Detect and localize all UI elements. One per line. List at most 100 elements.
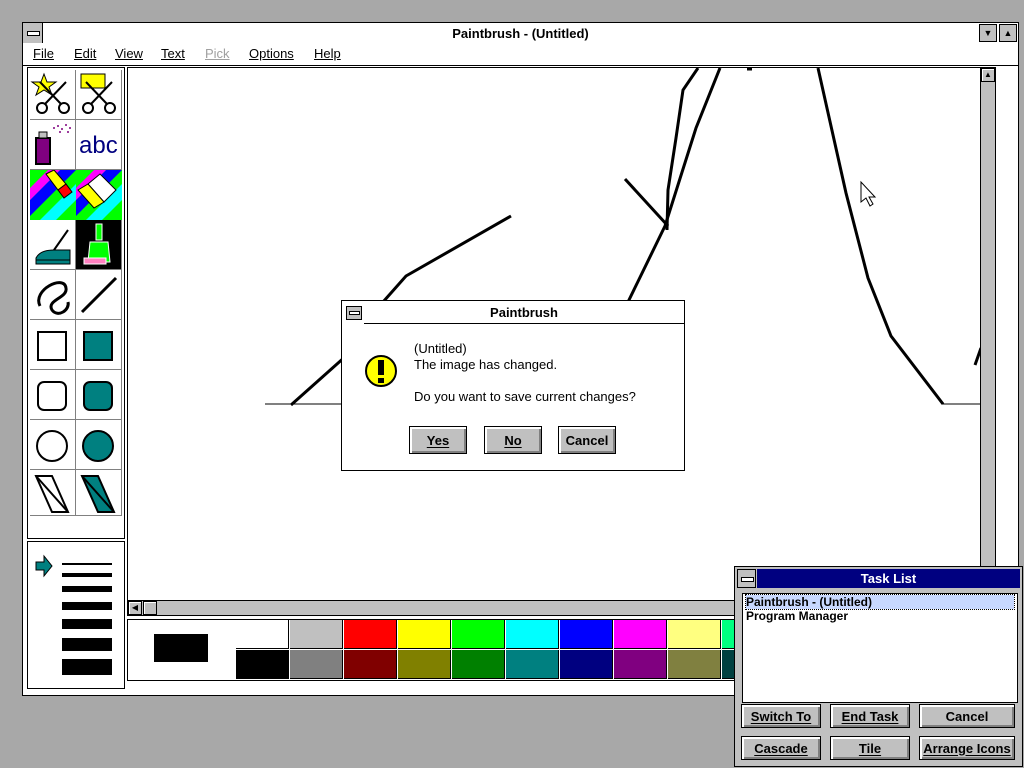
exclamation-icon (365, 355, 397, 387)
scroll-up-button[interactable]: ▲ (981, 68, 995, 82)
tasklist-title: Task List (757, 569, 1020, 588)
line-width-3 (62, 586, 112, 592)
scissors-rect-tool[interactable] (76, 70, 122, 120)
color-eraser-icon (30, 170, 76, 220)
menu-file[interactable]: File (33, 46, 54, 61)
menu-bar: File Edit View Text Pick Options Help (23, 45, 1018, 66)
task-item-program-manager[interactable]: Program Manager (746, 609, 848, 623)
color-swatch[interactable] (452, 650, 505, 679)
scroll-thumb[interactable] (143, 601, 157, 615)
polygon-tool[interactable] (30, 470, 76, 516)
vertical-scrollbar[interactable]: ▲ (980, 67, 996, 601)
filled-box-tool[interactable] (76, 320, 122, 370)
color-swatch[interactable] (614, 650, 667, 679)
menu-edit[interactable]: Edit (74, 46, 96, 61)
color-swatch[interactable] (560, 650, 613, 679)
circle-tool[interactable] (30, 420, 76, 470)
box-tool[interactable] (30, 320, 76, 370)
color-swatch[interactable] (668, 650, 721, 679)
line-width-7 (62, 659, 112, 675)
filled-circle-icon (82, 430, 114, 462)
scissors-rect-icon (80, 73, 116, 114)
brush-icon (83, 223, 111, 265)
filled-rounded-box-tool[interactable] (76, 370, 122, 420)
dialog-filename: (Untitled) (414, 341, 467, 356)
color-swatch[interactable] (614, 620, 667, 649)
color-swatch[interactable] (506, 650, 559, 679)
menu-view[interactable]: View (115, 46, 143, 61)
mouse-cursor-icon (860, 180, 877, 207)
current-color-indicator (154, 634, 208, 662)
dialog-message: The image has changed. (414, 357, 558, 372)
filled-polygon-tool[interactable] (76, 470, 122, 516)
scroll-left-button[interactable]: ◀ (128, 601, 142, 615)
color-swatch[interactable] (668, 620, 721, 649)
paint-roller-icon (35, 229, 71, 265)
line-width-4 (62, 602, 112, 610)
line-width-selector[interactable] (28, 542, 124, 688)
text-tool[interactable]: abc (76, 120, 122, 170)
line-tool[interactable] (76, 270, 122, 320)
circle-icon (36, 430, 68, 462)
color-swatch[interactable] (398, 650, 451, 679)
no-button[interactable]: No (484, 426, 542, 454)
dialog-question: Do you want to save current changes? (414, 389, 636, 404)
menu-options[interactable]: Options (249, 46, 294, 61)
curve-icon (37, 281, 70, 315)
window-title: Paintbrush - (Untitled) (452, 26, 589, 41)
color-eraser-tool[interactable] (30, 170, 76, 220)
task-item-paintbrush[interactable]: Paintbrush - (Untitled) (745, 594, 1015, 610)
color-swatch[interactable] (560, 620, 613, 649)
line-width-2 (62, 573, 112, 577)
line-width-5 (62, 619, 112, 629)
filled-circle-tool[interactable] (76, 420, 122, 470)
arrange-icons-button[interactable]: Arrange Icons (919, 736, 1015, 760)
menu-help[interactable]: Help (314, 46, 341, 61)
menu-text[interactable]: Text (161, 46, 185, 61)
tile-button[interactable]: Tile (830, 736, 910, 760)
end-task-button[interactable]: End Task (830, 704, 910, 728)
task-list-window: Task List Paintbrush - (Untitled) Progra… (734, 566, 1023, 767)
color-swatch[interactable] (236, 620, 289, 649)
switch-to-button[interactable]: Switch To (741, 704, 821, 728)
maximize-button[interactable]: ▲ (999, 24, 1017, 42)
tasklist-system-menu[interactable] (737, 569, 756, 588)
line-width-1 (62, 563, 112, 565)
line-width-6 (62, 638, 112, 651)
airbrush-tool[interactable] (30, 120, 76, 170)
filled-polygon-icon (80, 475, 116, 513)
eraser-icon (76, 170, 122, 220)
curve-tool[interactable] (30, 270, 76, 320)
line-width-box (27, 541, 125, 689)
color-swatch[interactable] (290, 620, 343, 649)
airbrush-icon (35, 124, 71, 165)
brush-tool[interactable] (76, 220, 122, 270)
yes-button[interactable]: Yes (409, 426, 467, 454)
toolbox: abc (27, 67, 125, 539)
rounded-box-tool[interactable] (30, 370, 76, 420)
task-list-box[interactable]: Paintbrush - (Untitled) Program Manager (742, 593, 1018, 703)
eraser-tool[interactable] (76, 170, 122, 220)
color-swatch[interactable] (398, 620, 451, 649)
cancel-button[interactable]: Cancel (558, 426, 616, 454)
color-swatch[interactable] (236, 650, 289, 679)
menu-pick[interactable]: Pick (205, 46, 230, 61)
paint-roller-tool[interactable] (30, 220, 76, 270)
color-swatch[interactable] (290, 650, 343, 679)
minimize-button[interactable]: ▼ (979, 24, 997, 42)
filled-rounded-box-icon (83, 381, 113, 411)
polygon-icon (34, 475, 70, 513)
color-swatch[interactable] (344, 650, 397, 679)
title-bar[interactable]: Paintbrush - (Untitled) ▼ ▲ (23, 23, 1018, 46)
cascade-button[interactable]: Cascade (741, 736, 821, 760)
scissors-star-tool[interactable] (30, 70, 76, 120)
color-swatch[interactable] (452, 620, 505, 649)
dialog-system-menu[interactable] (346, 306, 362, 320)
color-swatch[interactable] (506, 620, 559, 649)
line-icon (80, 276, 118, 314)
filled-box-icon (83, 331, 113, 361)
text-tool-icon: abc (79, 132, 118, 159)
color-swatch[interactable] (344, 620, 397, 649)
tasklist-cancel-button[interactable]: Cancel (919, 704, 1015, 728)
dialog-title: Paintbrush (364, 301, 684, 324)
